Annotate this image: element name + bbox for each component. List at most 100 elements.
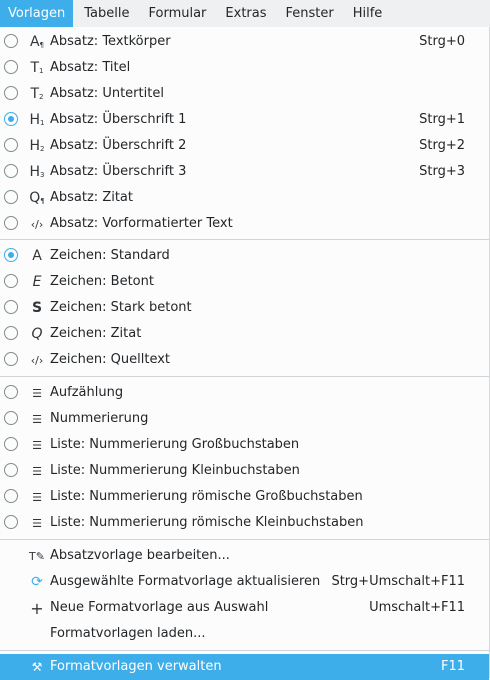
menu-item-zeichen-stark-betont[interactable]: S Zeichen: Stark betont (0, 295, 489, 321)
menu-item-absatz-zitat[interactable]: Q ¶ Absatz: Zitat (0, 185, 489, 211)
menu-item-label: Liste: Nummerierung Kleinbuchstaben (50, 463, 300, 478)
menu-item-zeichen-quelltext[interactable]: ‹/› Zeichen: Quelltext (0, 347, 489, 373)
menu-item-label: Absatz: Titel (50, 60, 131, 75)
menu-item-label: Zeichen: Standard (50, 248, 170, 263)
dropdown-menu: A ¶ Absatz: Textkörper Strg+0 T1 Absatz: … (0, 27, 490, 680)
menu-item-label: Ausgewählte Formatvorlage aktualisieren (50, 574, 321, 589)
numbered-list-icon: ☰ (32, 412, 42, 426)
quote-character-icon: Q (31, 326, 43, 342)
menu-item-neue-formatvorlage[interactable]: + Neue Formatvorlage aus Auswahl Umschal… (0, 595, 489, 621)
emphasis-icon: E (32, 274, 42, 290)
menu-item-zeichen-betont[interactable]: E Zeichen: Betont (0, 269, 489, 295)
menu-separator (0, 376, 489, 377)
menu-item-zeichen-standard[interactable]: A Zeichen: Standard (0, 243, 489, 269)
menu-item-absatzvorlage-bearbeiten[interactable]: T✎ Absatzvorlage bearbeiten... (0, 543, 489, 569)
radio-button[interactable] (4, 138, 18, 152)
menu-item-label: Liste: Nummerierung römische Großbuchsta… (50, 489, 363, 504)
menu-item-label: Zeichen: Zitat (50, 326, 142, 341)
menu-item-label: Neue Formatvorlage aus Auswahl (50, 600, 269, 615)
menu-item-label: Absatz: Vorformatierter Text (50, 216, 233, 231)
menu-item-label: Liste: Nummerierung Großbuchstaben (50, 437, 300, 452)
roman-uppercase-list-icon: ☰ (32, 490, 42, 504)
menu-item-liste-grossbuchstaben[interactable]: ☰ Liste: Nummerierung Großbuchstaben (0, 432, 489, 458)
menu-item-label: Formatvorlagen laden... (50, 626, 206, 641)
radio-button[interactable] (4, 385, 18, 399)
edit-style-icon: T✎ (29, 549, 45, 563)
radio-button[interactable] (4, 489, 18, 503)
shortcut-label: Strg+3 (419, 164, 465, 179)
menu-separator (0, 539, 489, 540)
menu-item-absatz-ueberschrift-1[interactable]: H1 Absatz: Überschrift 1 Strg+1 (0, 107, 489, 133)
refresh-icon: ⟳ (31, 574, 43, 590)
shortcut-label: Strg+Umschalt+F11 (331, 574, 465, 589)
menu-item-zeichen-zitat[interactable]: Q Zeichen: Zitat (0, 321, 489, 347)
radio-button[interactable] (4, 86, 18, 100)
menu-item-formatvorlage-aktualisieren[interactable]: ⟳ Ausgewählte Formatvorlage aktualisiere… (0, 569, 489, 595)
lowercase-list-icon: ☰ (32, 464, 42, 478)
uppercase-list-icon: ☰ (32, 438, 42, 452)
shortcut-label: Strg+0 (419, 34, 465, 49)
menu-fenster[interactable]: Fenster (278, 0, 342, 27)
shortcut-label: Strg+1 (419, 112, 465, 127)
radio-button[interactable] (4, 60, 18, 74)
title-icon: T1 (30, 60, 44, 76)
radio-button[interactable] (4, 164, 18, 178)
heading-3-icon: H3 (29, 164, 45, 180)
menu-item-formatvorlagen-verwalten[interactable]: ⚒ Formatvorlagen verwalten F11 (0, 654, 489, 680)
paragraph-style-icon: A ¶ (29, 34, 45, 50)
menu-item-label: Liste: Nummerierung römische Kleinbuchst… (50, 515, 364, 530)
radio-button-checked[interactable] (4, 112, 18, 126)
heading-2-icon: H2 (29, 138, 45, 154)
menu-item-absatz-ueberschrift-2[interactable]: H2 Absatz: Überschrift 2 Strg+2 (0, 133, 489, 159)
radio-button[interactable] (4, 216, 18, 230)
radio-button[interactable] (4, 326, 18, 340)
character-default-icon: A (32, 248, 42, 264)
source-code-icon: ‹/› (30, 353, 44, 367)
menu-item-label: Absatz: Überschrift 2 (50, 138, 187, 153)
quote-paragraph-icon: Q ¶ (29, 190, 45, 206)
menu-formular[interactable]: Formular (140, 0, 214, 27)
menu-item-label: Absatzvorlage bearbeiten... (50, 548, 230, 563)
radio-button[interactable] (4, 274, 18, 288)
bullet-list-icon: ☰ (32, 386, 42, 400)
radio-button[interactable] (4, 190, 18, 204)
menu-item-label: Zeichen: Stark betont (50, 300, 192, 315)
menu-item-label: Formatvorlagen verwalten (50, 659, 222, 674)
radio-button[interactable] (4, 411, 18, 425)
radio-button[interactable] (4, 34, 18, 48)
menu-item-label: Absatz: Untertitel (50, 86, 164, 101)
menu-item-nummerierung[interactable]: ☰ Nummerierung (0, 406, 489, 432)
menu-item-absatz-titel[interactable]: T1 Absatz: Titel (0, 55, 489, 81)
shortcut-label: F11 (440, 659, 465, 674)
radio-button-checked[interactable] (4, 248, 18, 262)
preformatted-icon: ‹/› (30, 217, 44, 231)
menu-separator (0, 239, 489, 240)
menu-item-absatz-untertitel[interactable]: T2 Absatz: Untertitel (0, 81, 489, 107)
plus-icon: + (30, 598, 44, 618)
menu-item-label: Absatz: Überschrift 1 (50, 112, 187, 127)
menu-tabelle[interactable]: Tabelle (76, 0, 137, 27)
radio-button[interactable] (4, 300, 18, 314)
menu-vorlagen[interactable]: Vorlagen (0, 0, 74, 27)
radio-button[interactable] (4, 515, 18, 529)
menu-item-liste-kleinbuchstaben[interactable]: ☰ Liste: Nummerierung Kleinbuchstaben (0, 458, 489, 484)
menu-item-absatz-vorformatiert[interactable]: ‹/› Absatz: Vorformatierter Text (0, 211, 489, 237)
menu-item-label: Absatz: Zitat (50, 190, 133, 205)
radio-button[interactable] (4, 437, 18, 451)
menu-item-aufzaehlung[interactable]: ☰ Aufzählung (0, 380, 489, 406)
menu-item-formatvorlagen-laden[interactable]: Formatvorlagen laden... (0, 621, 489, 647)
radio-button[interactable] (4, 463, 18, 477)
menu-item-label: Zeichen: Quelltext (50, 352, 171, 367)
heading-1-icon: H1 (29, 112, 45, 128)
menu-item-absatz-ueberschrift-3[interactable]: H3 Absatz: Überschrift 3 Strg+3 (0, 159, 489, 185)
menu-item-liste-roemisch-klein[interactable]: ☰ Liste: Nummerierung römische Kleinbuch… (0, 510, 489, 536)
radio-button[interactable] (4, 352, 18, 366)
shortcut-label: Umschalt+F11 (369, 600, 465, 615)
menu-item-liste-roemisch-gross[interactable]: ☰ Liste: Nummerierung römische Großbuchs… (0, 484, 489, 510)
menu-item-absatz-textkoerper[interactable]: A ¶ Absatz: Textkörper Strg+0 (0, 29, 489, 55)
shortcut-label: Strg+2 (419, 138, 465, 153)
menu-item-label: Zeichen: Betont (50, 274, 154, 289)
menu-item-label: Absatz: Textkörper (50, 34, 171, 49)
menu-hilfe[interactable]: Hilfe (345, 0, 391, 27)
menu-extras[interactable]: Extras (217, 0, 274, 27)
